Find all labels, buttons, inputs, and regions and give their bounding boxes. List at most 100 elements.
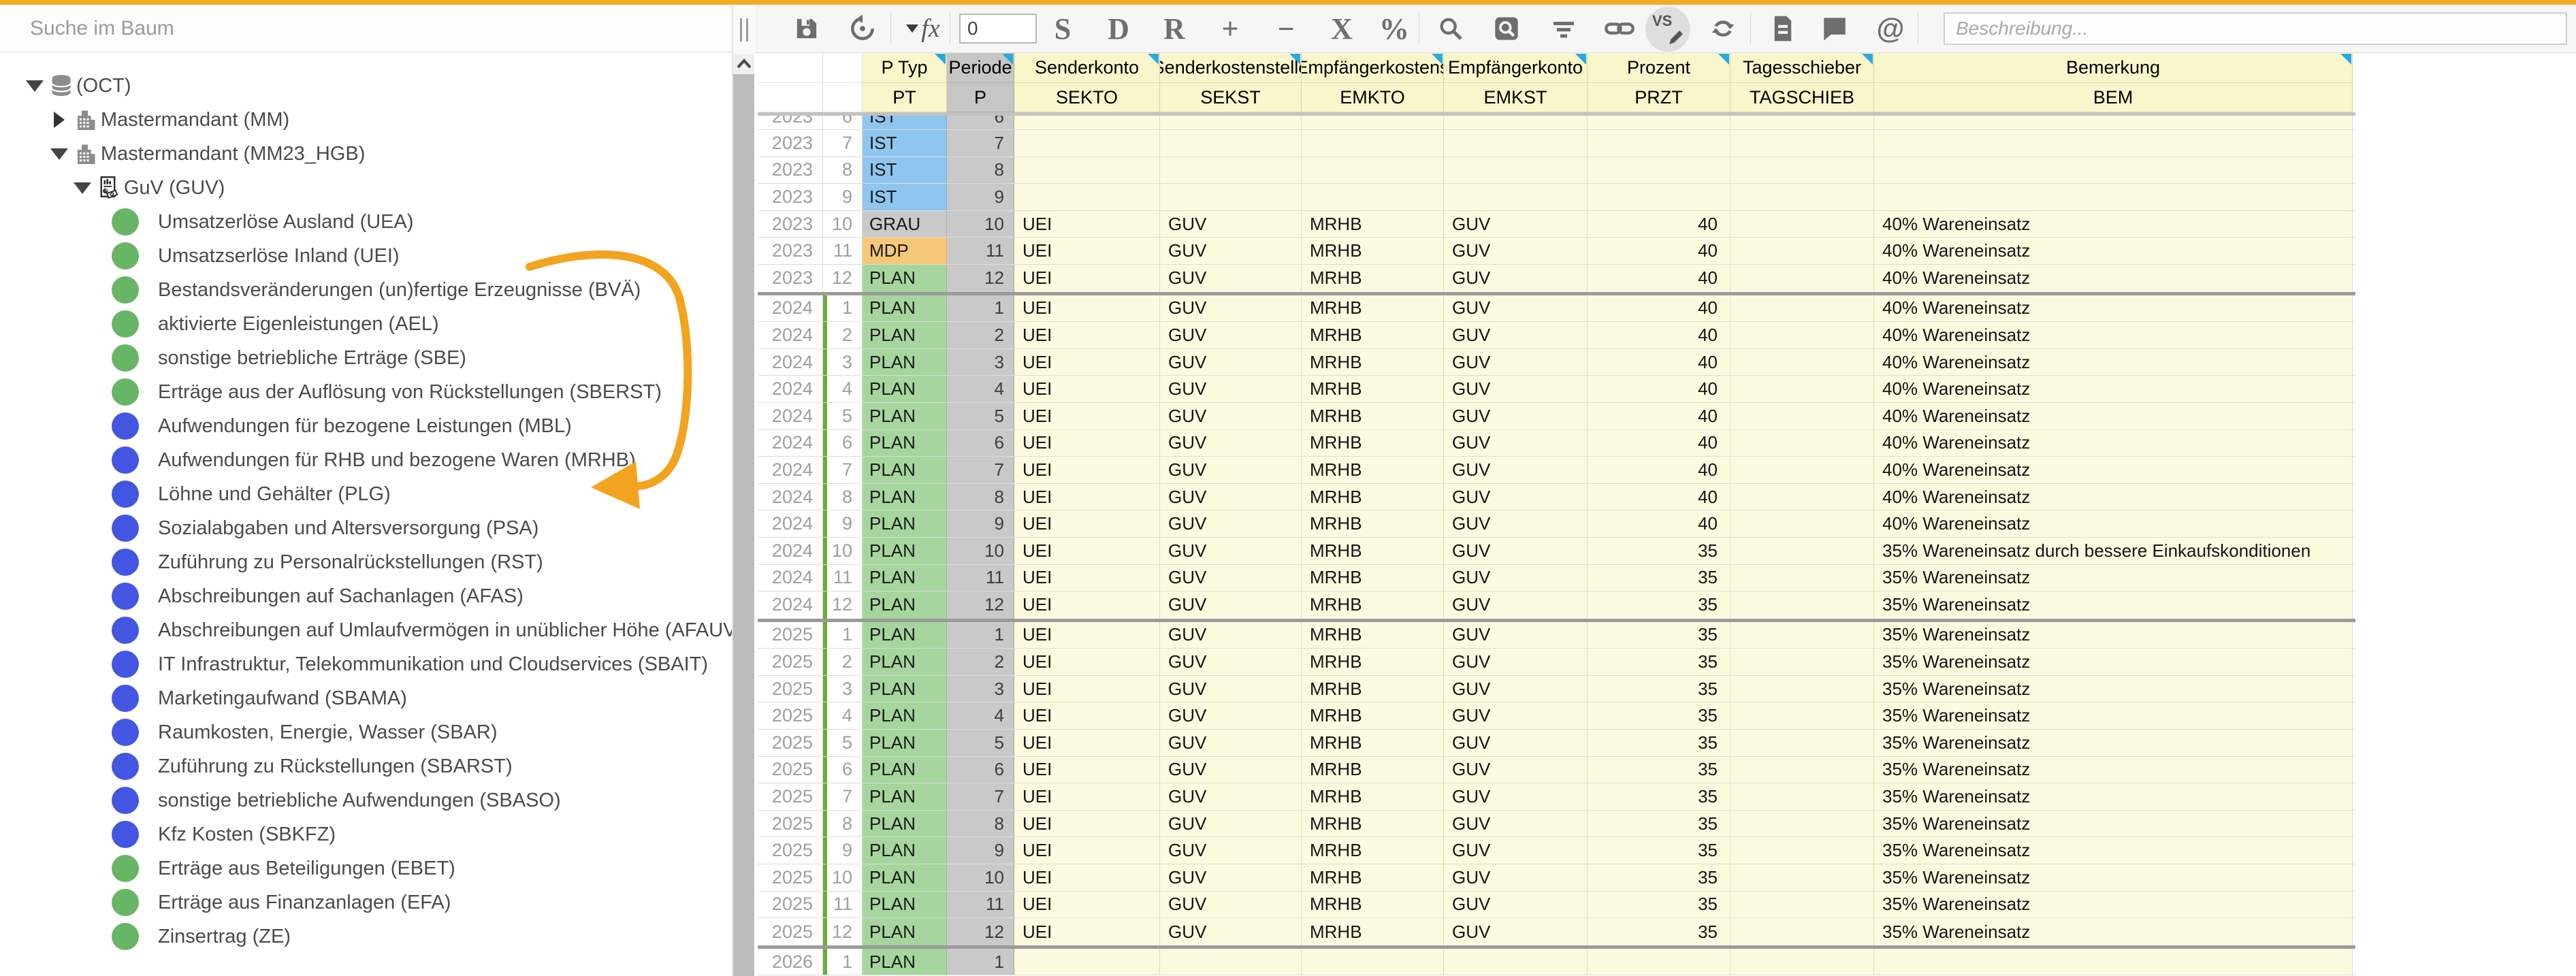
column-code-bem[interactable]: BEM <box>1874 83 2353 112</box>
cell-senderkonto[interactable]: UEI <box>1014 783 1160 810</box>
cell-senderkostenstelle[interactable]: GUV <box>1160 702 1302 729</box>
splitter-drag-handle[interactable] <box>737 18 751 42</box>
column-header-emkto[interactable]: Empfängerkostens <box>1302 53 1444 83</box>
column-header-sekst[interactable]: Senderkostenstelle <box>1160 53 1302 83</box>
cell-ptyp[interactable]: PLAN <box>863 265 947 292</box>
cell-empfaengerkostenstelle[interactable]: MRHB <box>1302 730 1444 756</box>
cell-tagesschieber[interactable] <box>1730 892 1874 918</box>
cell-senderkonto[interactable]: UEI <box>1014 510 1160 537</box>
cell-year[interactable]: 2025 <box>758 837 823 864</box>
cell-period-index[interactable]: 7 <box>823 130 863 157</box>
cell-periode[interactable]: 8 <box>947 484 1014 510</box>
cell-empfaengerkonto[interactable]: GUV <box>1444 211 1588 238</box>
cell-empfaengerkostenstelle[interactable] <box>1302 130 1444 157</box>
cell-empfaengerkonto[interactable]: GUV <box>1444 811 1588 837</box>
cell-bemerkung[interactable]: 40% Wareneinsatz <box>1874 295 2353 322</box>
cell-year[interactable]: 2024 <box>758 376 823 402</box>
cell-empfaengerkonto[interactable] <box>1444 116 1588 130</box>
cell-senderkonto[interactable]: UEI <box>1014 322 1160 348</box>
cell-periode[interactable]: 2 <box>947 649 1014 675</box>
cell-tagesschieber[interactable] <box>1730 238 1874 264</box>
cell-prozent[interactable]: 40 <box>1588 484 1730 510</box>
cell-prozent[interactable]: 40 <box>1588 295 1730 322</box>
cell-senderkonto[interactable] <box>1014 116 1160 130</box>
cell-senderkostenstelle[interactable]: GUV <box>1160 430 1302 457</box>
cell-bemerkung[interactable]: 35% Wareneinsatz <box>1874 757 2353 783</box>
cell-empfaengerkostenstelle[interactable]: MRHB <box>1302 457 1444 483</box>
tree-item[interactable]: Erträge aus der Auflösung von Rückstellu… <box>0 375 732 409</box>
cell-year[interactable]: 2024 <box>758 403 823 429</box>
cell-period-index[interactable]: 10 <box>823 211 863 238</box>
cell-senderkonto[interactable] <box>1014 130 1160 157</box>
cell-empfaengerkonto[interactable]: GUV <box>1444 403 1588 429</box>
cell-senderkostenstelle[interactable]: GUV <box>1160 457 1302 483</box>
cell-year[interactable]: 2023 <box>758 211 823 238</box>
cell-empfaengerkonto[interactable]: GUV <box>1444 757 1588 783</box>
cell-year[interactable]: 2025 <box>758 811 823 837</box>
cell-period-index[interactable]: 5 <box>823 730 863 756</box>
cell-prozent[interactable]: 35 <box>1588 649 1730 675</box>
cell-empfaengerkonto[interactable]: GUV <box>1444 538 1588 564</box>
cell-tagesschieber[interactable] <box>1730 157 1874 184</box>
cell-senderkostenstelle[interactable]: GUV <box>1160 649 1302 675</box>
cell-tagesschieber[interactable] <box>1730 949 1874 975</box>
cell-period-index[interactable]: 8 <box>823 811 863 837</box>
cell-empfaengerkonto[interactable]: GUV <box>1444 591 1588 619</box>
cell-periode[interactable]: 5 <box>947 730 1014 756</box>
cell-periode[interactable]: 6 <box>947 116 1014 130</box>
cell-empfaengerkostenstelle[interactable]: MRHB <box>1302 757 1444 783</box>
cell-periode[interactable]: 10 <box>947 211 1014 238</box>
expander-icon[interactable] <box>23 80 46 92</box>
cell-ptyp[interactable]: IST <box>863 130 947 157</box>
cell-senderkonto[interactable]: UEI <box>1014 295 1160 322</box>
cell-bemerkung[interactable] <box>1874 949 2353 975</box>
cell-senderkostenstelle[interactable] <box>1160 116 1302 130</box>
cell-bemerkung[interactable]: 40% Wareneinsatz <box>1874 265 2353 292</box>
swap-button[interactable] <box>1705 5 1741 52</box>
cell-periode[interactable]: 12 <box>947 918 1014 945</box>
cell-senderkostenstelle[interactable]: GUV <box>1160 622 1302 649</box>
tree-search-input[interactable] <box>0 17 732 40</box>
cell-year[interactable]: 2023 <box>758 130 823 157</box>
cell-periode[interactable]: 9 <box>947 184 1014 210</box>
cell-periode[interactable]: 1 <box>947 622 1014 649</box>
cell-year[interactable]: 2025 <box>758 702 823 729</box>
cell-periode[interactable]: 6 <box>947 757 1014 783</box>
cell-bemerkung[interactable]: 35% Wareneinsatz <box>1874 622 2353 649</box>
cell-periode[interactable]: 6 <box>947 430 1014 457</box>
cell-periode[interactable]: 4 <box>947 702 1014 729</box>
cell-prozent[interactable]: 40 <box>1588 322 1730 348</box>
cell-empfaengerkostenstelle[interactable]: MRHB <box>1302 430 1444 457</box>
multiply-button[interactable]: X <box>1327 5 1357 52</box>
cell-year[interactable]: 2024 <box>758 538 823 564</box>
cell-senderkonto[interactable]: UEI <box>1014 676 1160 702</box>
cell-period-index[interactable]: 5 <box>823 403 863 429</box>
cell-senderkonto[interactable]: UEI <box>1014 622 1160 649</box>
cell-period-index[interactable]: 9 <box>823 184 863 210</box>
cell-year[interactable]: 2024 <box>758 349 823 376</box>
reset-button[interactable]: R <box>1159 5 1189 52</box>
tree-item[interactable]: Raumkosten, Energie, Wasser (SBAR) <box>0 715 732 749</box>
cell-bemerkung[interactable]: 40% Wareneinsatz <box>1874 322 2353 348</box>
cell-senderkonto[interactable]: UEI <box>1014 376 1160 402</box>
cell-ptyp[interactable]: PLAN <box>863 676 947 702</box>
cell-period-index[interactable]: 10 <box>823 538 863 564</box>
cell-year[interactable]: 2024 <box>758 457 823 483</box>
column-header-emkst[interactable]: Empfängerkonto <box>1444 53 1588 83</box>
cell-period-index[interactable]: 9 <box>823 510 863 537</box>
cell-period-index[interactable]: 3 <box>823 349 863 376</box>
cell-prozent[interactable] <box>1588 130 1730 157</box>
cell-bemerkung[interactable]: 35% Wareneinsatz <box>1874 918 2353 945</box>
tree-item[interactable]: Abschreibungen auf Umlaufvermögen in unü… <box>0 613 732 647</box>
cell-empfaengerkostenstelle[interactable]: MRHB <box>1302 864 1444 891</box>
cell-period-index[interactable]: 3 <box>823 676 863 702</box>
cell-period-index[interactable]: 9 <box>823 837 863 864</box>
cell-empfaengerkostenstelle[interactable] <box>1302 157 1444 184</box>
cell-prozent[interactable] <box>1588 184 1730 210</box>
cell-ptyp[interactable]: PLAN <box>863 837 947 864</box>
cell-ptyp[interactable]: MDP <box>863 238 947 264</box>
cell-periode[interactable]: 9 <box>947 510 1014 537</box>
cell-bemerkung[interactable]: 35% Wareneinsatz <box>1874 730 2353 756</box>
tree-item[interactable]: Bestandsveränderungen (un)fertige Erzeug… <box>0 273 732 307</box>
cell-prozent[interactable]: 35 <box>1588 918 1730 945</box>
